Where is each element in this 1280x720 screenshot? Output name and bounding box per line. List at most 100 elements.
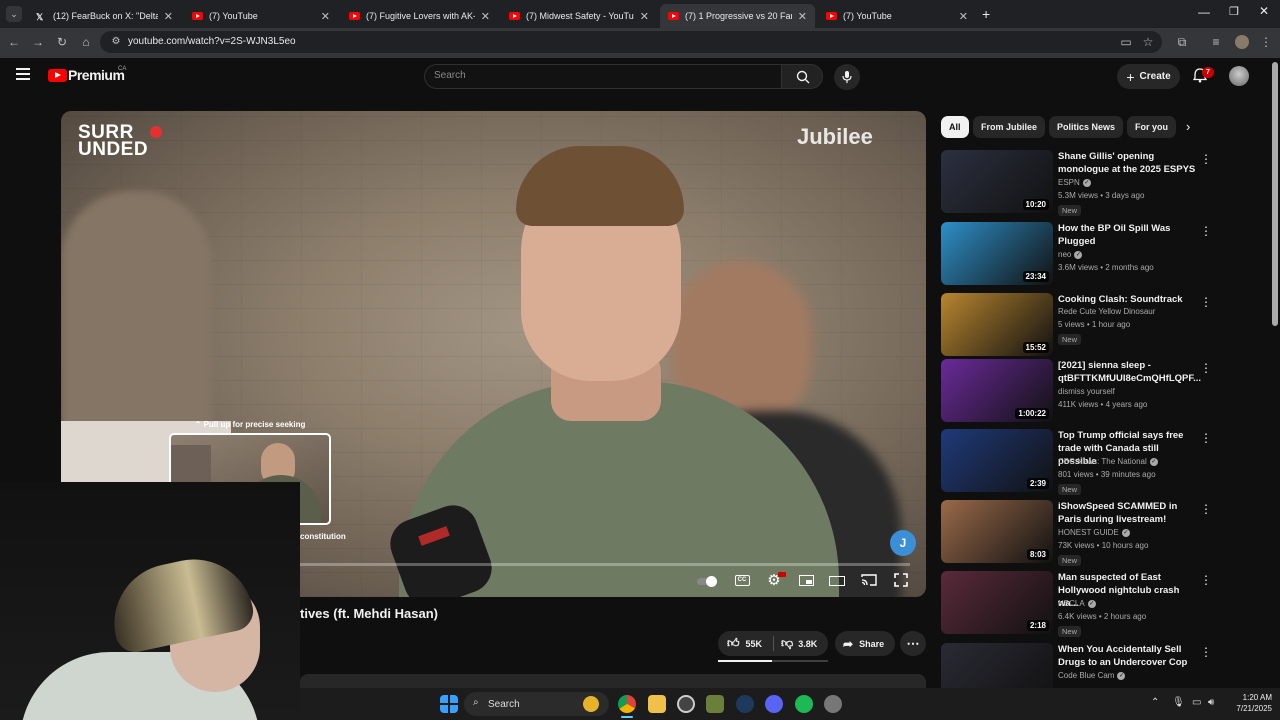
- filter-chip[interactable]: Politics News: [1049, 116, 1124, 138]
- recommendation-channel[interactable]: CBC News: The National ✓: [1058, 457, 1158, 466]
- reload-icon[interactable]: ↻: [54, 34, 70, 50]
- description-box[interactable]: [300, 674, 926, 688]
- theater-mode-icon[interactable]: [828, 573, 846, 589]
- browser-menu-icon[interactable]: ⋮: [1258, 34, 1274, 50]
- steam-icon[interactable]: [736, 695, 754, 713]
- tab-close-icon[interactable]: ✕: [164, 10, 173, 23]
- extensions-icon[interactable]: ⧉: [1174, 34, 1190, 50]
- fullscreen-icon[interactable]: [892, 573, 910, 589]
- home-icon[interactable]: ⌂: [78, 34, 94, 50]
- tray-volume-icon[interactable]: 🔊︎: [1208, 697, 1214, 708]
- windows-start-icon[interactable]: [440, 695, 458, 713]
- browser-tab[interactable]: 𝕏 (12) FearBuck on X: "Delta Boeing ✕: [28, 4, 181, 28]
- guide-menu-icon[interactable]: [16, 68, 30, 80]
- recommendation-thumbnail[interactable]: 1:00:22: [941, 359, 1053, 422]
- recommendation-menu-icon[interactable]: ⋮: [1200, 152, 1212, 166]
- recommendation-menu-icon[interactable]: ⋮: [1200, 295, 1212, 309]
- tab-close-icon[interactable]: ✕: [959, 10, 968, 23]
- recommendation-item[interactable]: 15:52 Cooking Clash: Soundtrack Rede Cute …: [940, 293, 1220, 357]
- recommendation-title[interactable]: How the BP Oil Spill Was Plugged: [1058, 222, 1196, 248]
- restore-button[interactable]: ❐: [1229, 5, 1239, 18]
- chips-next-chevron-icon[interactable]: ›: [1186, 119, 1190, 134]
- bookmark-star-icon[interactable]: ☆: [1140, 34, 1156, 50]
- recommendation-item[interactable]: 8:03 iShowSpeed SCAMMED in Paris during l…: [940, 500, 1220, 566]
- recommendation-thumbnail[interactable]: 8:03: [941, 500, 1053, 563]
- recommendation-item[interactable]: 10:20 Shane Gillis' opening monologue at …: [940, 150, 1220, 216]
- recommendation-channel[interactable]: NBCLA ✓: [1058, 599, 1096, 608]
- close-window-button[interactable]: ✕: [1259, 4, 1269, 18]
- voice-search-button[interactable]: [834, 64, 860, 90]
- progress-bar[interactable]: [300, 563, 910, 566]
- recommendation-channel[interactable]: ESPN ✓: [1058, 178, 1091, 187]
- more-actions-button[interactable]: ⋯: [900, 631, 926, 656]
- taskbar-search[interactable]: ⌕ Search: [464, 692, 609, 716]
- reading-list-icon[interactable]: ≡: [1208, 34, 1224, 50]
- share-button[interactable]: ➦ Share: [835, 631, 895, 656]
- recommendation-channel[interactable]: dismiss yourself: [1058, 387, 1115, 396]
- browser-tab[interactable]: (7) YouTube ✕: [184, 4, 338, 28]
- tab-search-button[interactable]: ⌄: [6, 6, 22, 22]
- subtitles-icon[interactable]: CC: [733, 573, 751, 589]
- tab-close-icon[interactable]: ✕: [798, 10, 807, 23]
- recommendation-menu-icon[interactable]: ⋮: [1200, 431, 1212, 445]
- browser-tab[interactable]: (7) YouTube ✕: [818, 4, 976, 28]
- recommendation-menu-icon[interactable]: ⋮: [1200, 573, 1212, 587]
- minimize-button[interactable]: —: [1198, 5, 1210, 19]
- cast-tab-icon[interactable]: ▭: [1118, 34, 1134, 50]
- recommendation-item[interactable]: 2:18 Man suspected of East Hollywood nigh…: [940, 571, 1220, 637]
- like-button[interactable]: 👍︎ 55K: [718, 631, 774, 656]
- tray-network-icon[interactable]: ▭: [1192, 697, 1201, 708]
- account-avatar[interactable]: [1229, 66, 1249, 86]
- recommendation-channel[interactable]: Rede Cute Yellow Dinosaur: [1058, 307, 1155, 316]
- recommendation-channel[interactable]: neo ✓: [1058, 250, 1083, 259]
- recommendation-thumbnail[interactable]: 23:34: [941, 222, 1053, 285]
- autoplay-toggle[interactable]: [697, 573, 719, 589]
- recommendation-thumbnail[interactable]: 2:18: [941, 571, 1053, 634]
- game-app-icon[interactable]: [706, 695, 724, 713]
- filter-chip[interactable]: For you: [1127, 116, 1176, 138]
- page-scrollbar[interactable]: [1272, 62, 1278, 326]
- recommendation-title[interactable]: [2021] sienna sleep - qtBFTTKMfUUI8eCmQH…: [1058, 359, 1201, 385]
- browser-tab[interactable]: (7) 1 Progressive vs 20 Far-Right ✕: [660, 4, 815, 28]
- recommendation-item[interactable]: 23:34 How the BP Oil Spill Was Plugged neo…: [940, 222, 1220, 286]
- settings-app-icon[interactable]: [824, 695, 842, 713]
- new-tab-button[interactable]: +: [982, 6, 990, 22]
- profile-avatar[interactable]: [1235, 35, 1249, 49]
- dislike-button[interactable]: 👎︎ 3.8K: [774, 631, 828, 656]
- tab-close-icon[interactable]: ✕: [481, 10, 490, 23]
- recommendation-item[interactable]: 1:00:22 [2021] sienna sleep - qtBFTTKMfUU…: [940, 359, 1220, 423]
- site-info-icon[interactable]: ⚙: [108, 34, 124, 50]
- recommendation-title[interactable]: Cooking Clash: Soundtrack: [1058, 293, 1196, 306]
- recommendation-channel[interactable]: Code Blue Cam ✓: [1058, 671, 1126, 680]
- recommendation-title[interactable]: iShowSpeed SCAMMED in Paris during lives…: [1058, 500, 1196, 526]
- browser-tab[interactable]: (7) Midwest Safety - YouTube ✕: [501, 4, 657, 28]
- channel-watermark-badge[interactable]: J: [890, 530, 916, 556]
- file-explorer-icon[interactable]: [648, 695, 666, 713]
- recommendation-title[interactable]: When You Accidentally Sell Drugs to an U…: [1058, 643, 1196, 669]
- filter-chip[interactable]: All: [941, 116, 969, 138]
- search-button[interactable]: [781, 64, 823, 89]
- tab-close-icon[interactable]: ✕: [321, 10, 330, 23]
- recommendation-thumbnail[interactable]: 10:20: [941, 150, 1053, 213]
- miniplayer-icon[interactable]: [797, 573, 815, 589]
- recommendation-channel[interactable]: HONEST GUIDE ✓: [1058, 528, 1130, 537]
- tray-chevron-icon[interactable]: ⌃: [1151, 697, 1159, 708]
- recommendation-thumbnail[interactable]: 15:52: [941, 293, 1053, 356]
- browser-tab[interactable]: (7) Fugitive Lovers with AK-47 E ✕: [341, 4, 498, 28]
- back-icon[interactable]: ←: [6, 34, 22, 50]
- tray-microphone-icon[interactable]: 🎙︎: [1172, 697, 1185, 708]
- recommendation-menu-icon[interactable]: ⋮: [1200, 645, 1212, 659]
- recorder-app-icon[interactable]: [677, 695, 695, 713]
- recommendation-title[interactable]: Shane Gillis' opening monologue at the 2…: [1058, 150, 1196, 176]
- create-button[interactable]: + Create: [1117, 64, 1180, 89]
- chrome-app-icon[interactable]: [618, 695, 636, 713]
- recommendation-menu-icon[interactable]: ⋮: [1200, 502, 1212, 516]
- spotify-icon[interactable]: [795, 695, 813, 713]
- youtube-logo[interactable]: [48, 69, 67, 82]
- recommendation-thumbnail[interactable]: 2:39: [941, 429, 1053, 492]
- filter-chip[interactable]: From Jubilee: [973, 116, 1046, 138]
- forward-icon[interactable]: →: [30, 34, 46, 50]
- url-text[interactable]: youtube.com/watch?v=2S-WJN3L5eo: [128, 36, 296, 47]
- tab-close-icon[interactable]: ✕: [640, 10, 649, 23]
- cast-icon[interactable]: [860, 573, 878, 589]
